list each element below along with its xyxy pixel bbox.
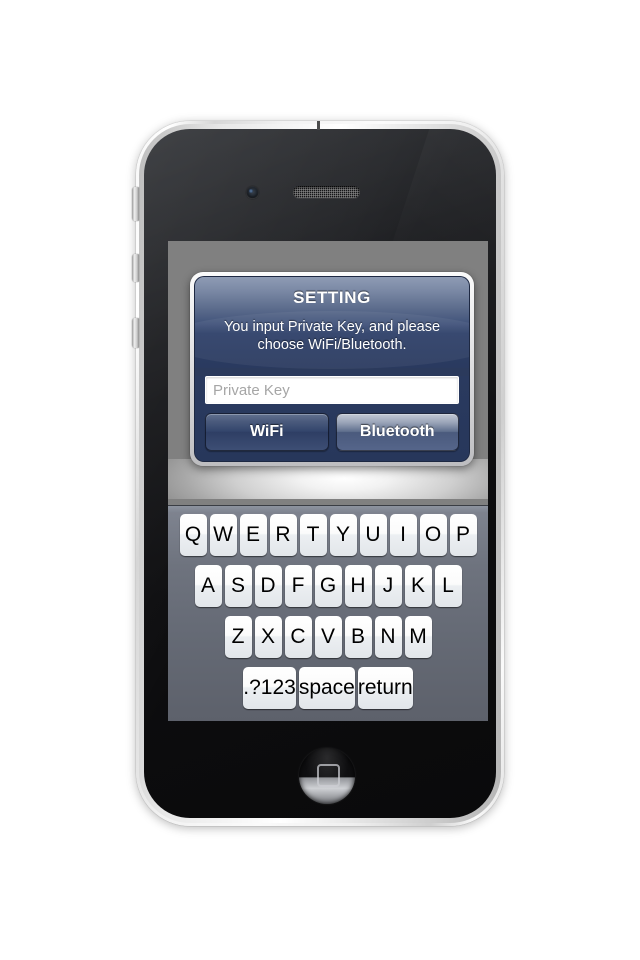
dialog-inner: SETTING You input Private Key, and pleas… (194, 276, 470, 462)
key-o[interactable]: O (419, 514, 447, 556)
key-k[interactable]: K (404, 565, 432, 607)
volume-up-button[interactable] (132, 254, 139, 282)
key-z[interactable]: Z (224, 616, 252, 658)
key-s[interactable]: S (224, 565, 252, 607)
key-b[interactable]: B (344, 616, 372, 658)
key-w[interactable]: W (209, 514, 237, 556)
key-t[interactable]: T (299, 514, 327, 556)
key-i[interactable]: I (389, 514, 417, 556)
dialog-body: WiFi Bluetooth (195, 376, 469, 461)
silent-switch-button[interactable] (132, 187, 139, 221)
key-d[interactable]: D (254, 565, 282, 607)
key-j[interactable]: J (374, 565, 402, 607)
key-x[interactable]: X (254, 616, 282, 658)
keyboard-row-4: .?123 space return (168, 667, 488, 709)
dialog-header: SETTING You input Private Key, and pleas… (195, 277, 469, 369)
keyboard-row-3: Z X C V B N M (168, 616, 488, 658)
private-key-input[interactable] (205, 376, 459, 404)
key-n[interactable]: N (374, 616, 402, 658)
dialog-actions: WiFi Bluetooth (205, 413, 459, 451)
key-m[interactable]: M (404, 616, 432, 658)
key-e[interactable]: E (239, 514, 267, 556)
wifi-button[interactable]: WiFi (205, 413, 329, 451)
key-f[interactable]: F (284, 565, 312, 607)
device-front-face: SETTING You input Private Key, and pleas… (144, 129, 496, 818)
space-key[interactable]: space (298, 667, 355, 709)
bluetooth-button[interactable]: Bluetooth (335, 413, 459, 451)
key-a[interactable]: A (194, 565, 222, 607)
setting-dialog: SETTING You input Private Key, and pleas… (190, 272, 474, 466)
phone-device: SETTING You input Private Key, and pleas… (132, 121, 504, 826)
dialog-title: SETTING (293, 288, 371, 307)
key-u[interactable]: U (359, 514, 387, 556)
antenna-notch (317, 121, 320, 130)
phone-screen: SETTING You input Private Key, and pleas… (168, 241, 488, 721)
key-l[interactable]: L (434, 565, 462, 607)
keyboard-row-2: A S D F G H J K L (168, 565, 488, 607)
camera-icon (246, 186, 259, 199)
numbers-key[interactable]: .?123 (243, 667, 296, 709)
keyboard-row-1: Q W E R T Y U I O P (168, 514, 488, 556)
home-button[interactable] (299, 748, 355, 804)
key-h[interactable]: H (344, 565, 372, 607)
key-y[interactable]: Y (329, 514, 357, 556)
dialog-message: You input Private Key, and please choose… (223, 319, 441, 353)
home-square-icon (317, 764, 340, 787)
key-g[interactable]: G (314, 565, 342, 607)
key-v[interactable]: V (314, 616, 342, 658)
speaker-grille-icon (293, 186, 360, 198)
key-p[interactable]: P (449, 514, 477, 556)
key-c[interactable]: C (284, 616, 312, 658)
volume-down-button[interactable] (132, 318, 139, 348)
return-key[interactable]: return (357, 667, 413, 709)
onscreen-keyboard: Q W E R T Y U I O P A S D F G H J K L Z … (168, 505, 488, 721)
key-q[interactable]: Q (179, 514, 207, 556)
key-r[interactable]: R (269, 514, 297, 556)
